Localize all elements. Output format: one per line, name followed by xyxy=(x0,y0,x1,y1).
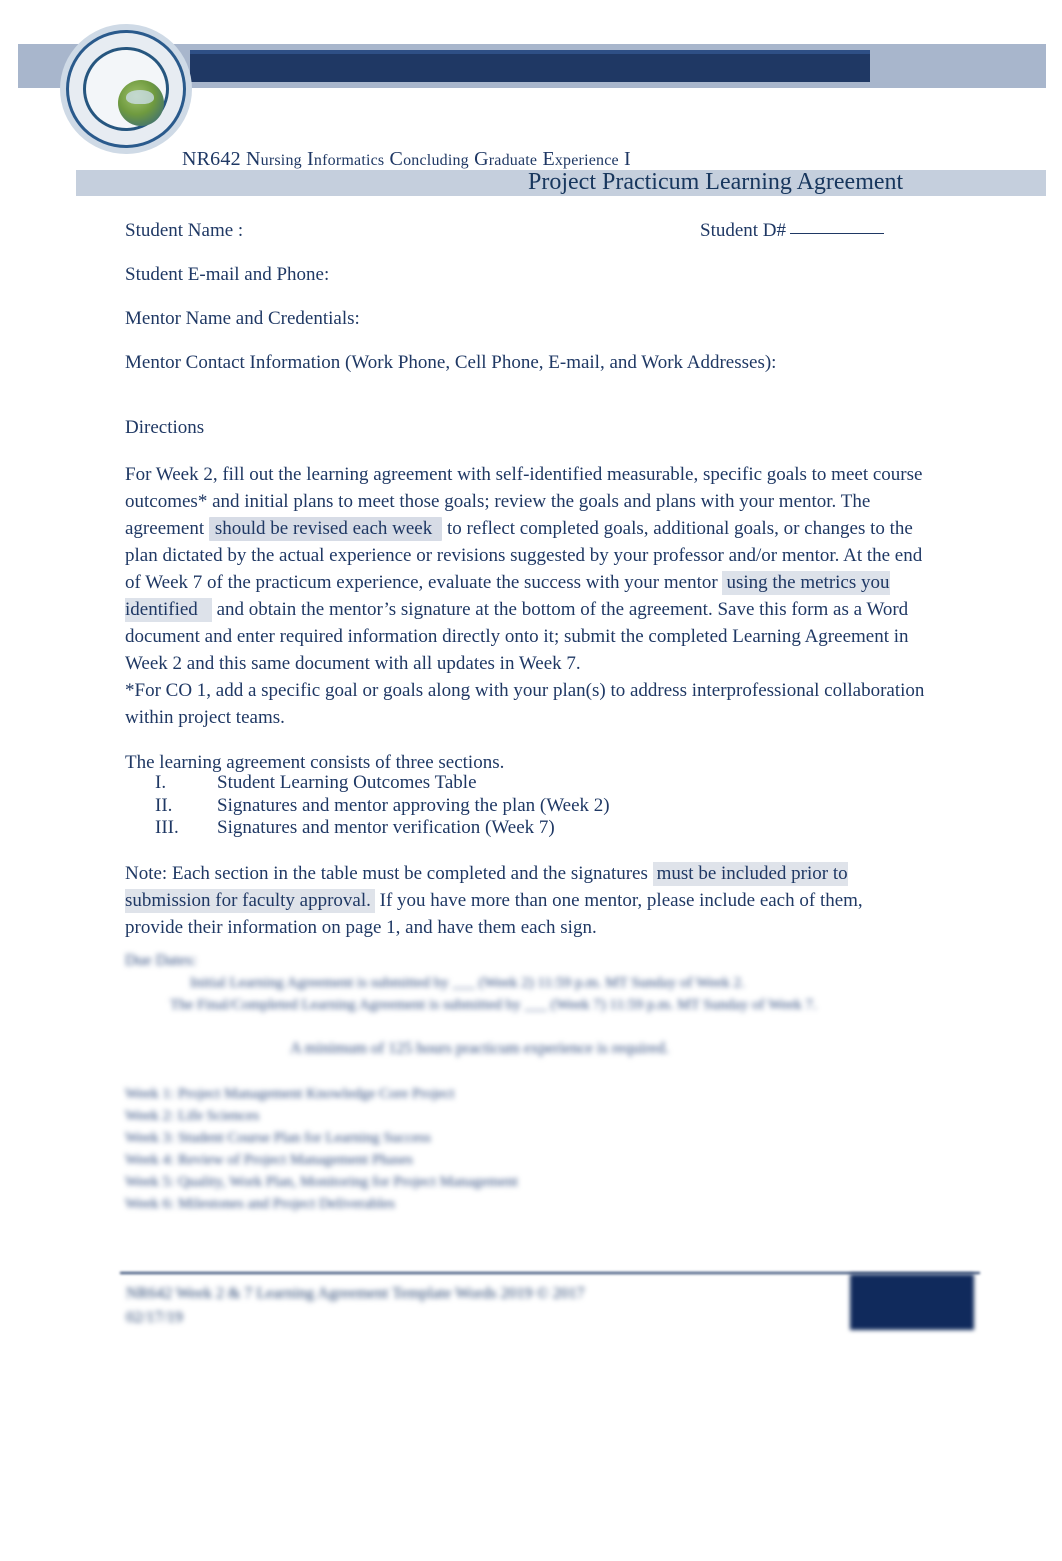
note-paragraph: Note: Each section in the table must be … xyxy=(125,860,925,941)
course-word-informatics-cap: I xyxy=(307,148,314,170)
course-word-graduate-cap: G xyxy=(474,148,489,170)
weekly-topic-week-5: Week 5: Quality, Work Plan, Monitoring f… xyxy=(125,1174,518,1190)
student-d-text: Student D# xyxy=(700,220,787,241)
logo-inner-ring xyxy=(83,47,169,131)
course-suffix: I xyxy=(624,148,631,170)
weekly-topic-week-4: Week 4: Review of Project Management Pha… xyxy=(125,1152,413,1168)
footer-line-1: NR642 Week 2 & 7 Learning Agreement Temp… xyxy=(126,1285,585,1302)
directions-heading: Directions xyxy=(125,417,205,438)
course-smallcaps-nursing: ursing xyxy=(260,152,302,169)
weekly-topic-week-6: Week 6: Milestones and Project Deliverab… xyxy=(125,1196,395,1212)
list-item: I. Student Learning Outcomes Table xyxy=(155,772,935,795)
directions-text-c: and obtain the mentor’s signature at the… xyxy=(125,599,909,674)
student-d-blank[interactable] xyxy=(790,233,885,234)
chamberlain-seal-logo xyxy=(66,30,186,148)
weekly-topic-week-1: Week 1: Project Management Knowledge Cor… xyxy=(125,1086,455,1102)
directions-paragraph: For Week 2, fill out the learning agreem… xyxy=(125,461,928,731)
directions-text-co1-note: *For CO 1, add a specific goal or goals … xyxy=(125,680,925,728)
list-item-label: Signatures and mentor verification (Week… xyxy=(217,817,555,838)
student-email-phone-label: Student E-mail and Phone: xyxy=(125,264,330,285)
list-item-numeral: I. xyxy=(155,772,167,793)
practicum-hours-note: A minimum of 125 hours practicum experie… xyxy=(290,1040,670,1057)
footer-page-box xyxy=(850,1274,974,1330)
weekly-topic-week-2: Week 2: Life Sciences xyxy=(125,1108,260,1124)
footer-line-2: 02/17/19 xyxy=(126,1309,183,1326)
weekly-topic-week-3: Week 3: Student Course Plan for Learning… xyxy=(125,1130,431,1146)
header-band-inner xyxy=(190,50,870,82)
list-item: II. Signatures and mentor approving the … xyxy=(155,795,935,818)
course-smallcaps-informatics: nformatics xyxy=(313,152,385,169)
course-prefix: NR642 N xyxy=(182,148,261,170)
course-heading: NR642 Nursing Informatics Concluding Gra… xyxy=(182,148,631,171)
directions-highlight-revised-each-week: should be revised each week xyxy=(208,517,443,541)
due-dates-line-2: The Final/Completed Learning Agreement i… xyxy=(170,997,817,1013)
document-header-band xyxy=(0,22,1062,148)
mentor-name-label: Mentor Name and Credentials: xyxy=(125,308,360,329)
course-smallcaps-graduate: raduate xyxy=(488,152,538,169)
course-smallcaps-experience: xperience xyxy=(554,152,619,169)
student-d-label: Student D# xyxy=(700,220,885,242)
list-item-label: Student Learning Outcomes Table xyxy=(217,772,477,793)
course-word-experience-cap: E xyxy=(542,148,555,170)
page-title: Project Practicum Learning Agreement xyxy=(528,169,904,195)
due-dates-line-1: Initial Learning Agreement is submitted … xyxy=(190,975,745,991)
student-name-label: Student Name : xyxy=(125,220,244,241)
note-text-a: Note: Each section in the table must be … xyxy=(125,863,653,884)
list-item-numeral: II. xyxy=(155,794,173,816)
due-dates-heading: Due Dates: xyxy=(125,952,197,969)
list-item: III. Signatures and mentor verification … xyxy=(155,817,935,840)
logo-emblem-icon xyxy=(118,80,164,126)
mentor-contact-label: Mentor Contact Information (Work Phone, … xyxy=(125,352,777,373)
footer-text: NR642 Week 2 & 7 Learning Agreement Temp… xyxy=(126,1282,585,1330)
course-smallcaps-concluding: oncluding xyxy=(403,152,469,169)
course-word-concluding-cap: C xyxy=(389,148,404,170)
sections-list: I. Student Learning Outcomes Table II. S… xyxy=(155,772,935,840)
list-item-numeral: III. xyxy=(155,817,179,838)
list-item-label: Signatures and mentor approving the plan… xyxy=(217,794,610,816)
